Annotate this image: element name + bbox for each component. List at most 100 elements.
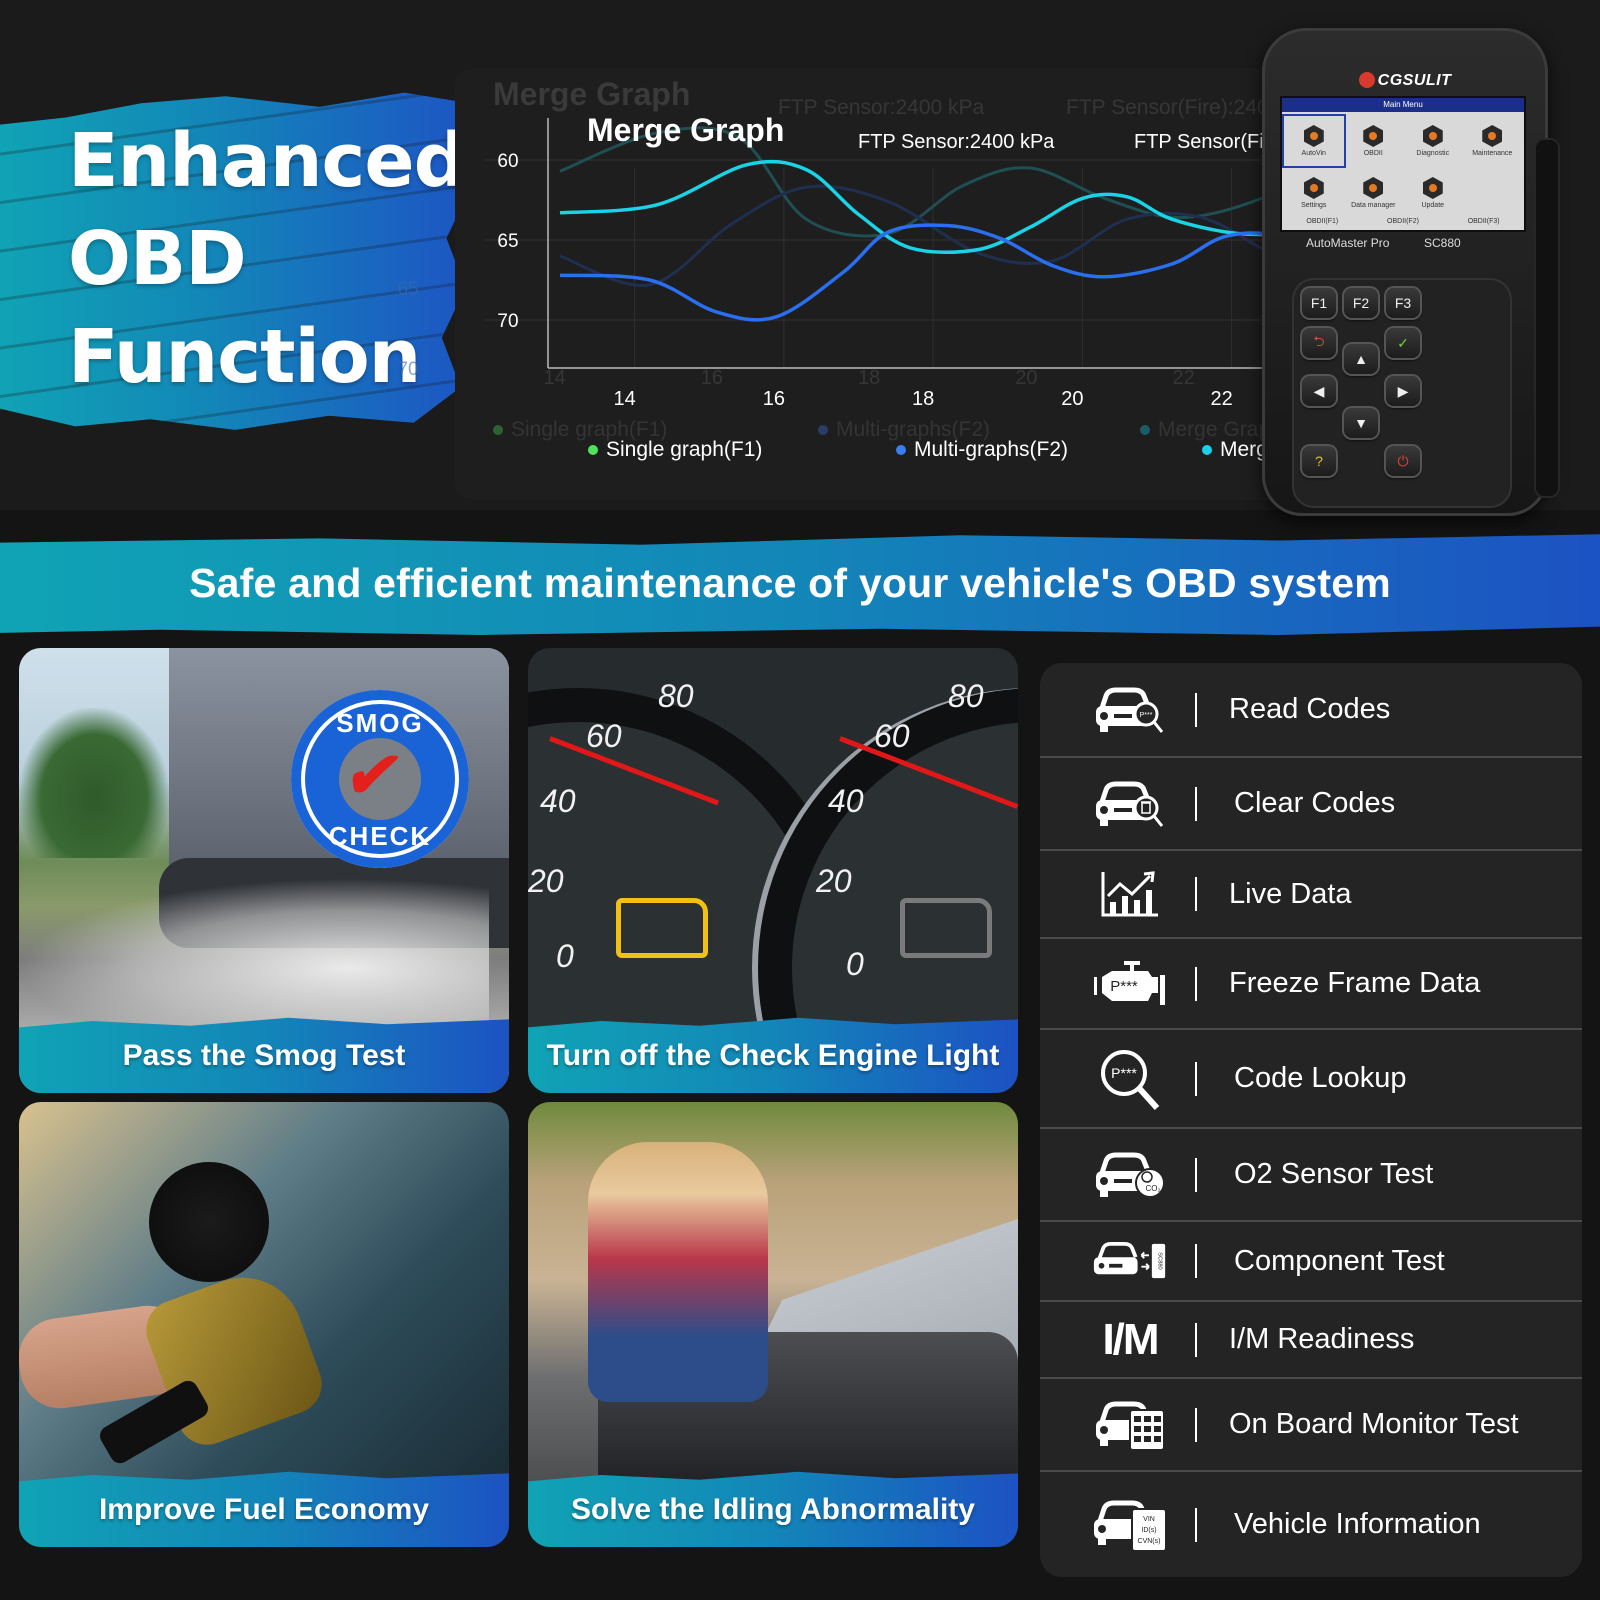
brand-logo-icon bbox=[1358, 72, 1375, 88]
screen-header: Main Menu bbox=[1282, 98, 1524, 112]
screen-app-autovin[interactable]: AutoVin bbox=[1282, 114, 1346, 168]
feature-separator bbox=[1195, 786, 1197, 821]
y-tick-label-ghost: 65 bbox=[397, 279, 418, 300]
gauge-number: 40 bbox=[828, 783, 864, 819]
x-tick-label: 22 bbox=[1210, 388, 1232, 410]
key-f3[interactable]: F3 bbox=[1386, 288, 1420, 318]
screen-fkey-3: OBDII(F3) bbox=[1467, 218, 1500, 225]
key-f1[interactable]: F1 bbox=[1302, 288, 1336, 318]
feature-label: Clear Codes bbox=[1234, 787, 1396, 819]
settings-icon bbox=[1303, 177, 1324, 199]
svg-text:ID(s): ID(s) bbox=[1141, 1527, 1156, 1534]
tile-fuel-economy: Improve Fuel Economy bbox=[19, 1102, 509, 1547]
screen-app-settings[interactable]: Settings bbox=[1284, 168, 1344, 218]
car-trash-search-icon bbox=[1092, 777, 1168, 831]
screen-app-diagnostic[interactable]: Diagnostic bbox=[1403, 116, 1463, 166]
legend-dot-green-icon bbox=[588, 445, 598, 455]
chart-title: Merge Graph bbox=[587, 112, 785, 148]
feature-im-readiness: I/M I/M Readiness bbox=[1040, 1300, 1582, 1377]
badge-text-top: SMOG bbox=[336, 708, 424, 738]
car-grid-icon bbox=[1092, 1398, 1168, 1452]
key-up[interactable]: ▲ bbox=[1344, 344, 1378, 374]
update-icon bbox=[1422, 177, 1443, 199]
badge-text-bottom: CHECK bbox=[328, 821, 432, 851]
maintenance-icon bbox=[1482, 125, 1503, 147]
device-keypad: F1 F2 F3 ⮌ ✓ ▲ ◀ ▶ ▼ ? ⏻ bbox=[1292, 278, 1512, 508]
x-tick-label-ghost: 22 bbox=[1172, 367, 1194, 389]
legend-item-multi-graphs: Multi-graphs(F2) bbox=[896, 438, 1068, 462]
feature-separator bbox=[1195, 877, 1197, 911]
app-label: Diagnostic bbox=[1416, 150, 1450, 157]
legend-label: Single graph(F1) bbox=[606, 438, 763, 461]
screen-fkey-2: OBDII(F2) bbox=[1387, 218, 1419, 225]
svg-text:VIN: VIN bbox=[1143, 1516, 1155, 1523]
feature-label: I/M Readiness bbox=[1229, 1323, 1415, 1355]
svg-text:CO₂: CO₂ bbox=[1145, 1184, 1160, 1193]
device-side-grip bbox=[1534, 138, 1560, 498]
legend-dot-cyan-icon bbox=[1202, 445, 1212, 455]
hero-section: Enhanced OBD Function Merge Graph FTP Se… bbox=[0, 0, 1600, 516]
smog-check-badge-icon: ✔ SMOG CHECK bbox=[291, 690, 469, 868]
feature-label: Vehicle Information bbox=[1234, 1508, 1481, 1540]
feature-on-board-monitor-test: On Board Monitor Test bbox=[1040, 1377, 1582, 1470]
key-f2[interactable]: F2 bbox=[1344, 288, 1378, 318]
feature-label: Freeze Frame Data bbox=[1229, 967, 1481, 999]
hero-title-line-3: Function bbox=[68, 314, 421, 400]
legend-item-single-graph: Single graph(F1) bbox=[588, 438, 762, 462]
screen-app-update[interactable]: Update bbox=[1403, 168, 1463, 218]
check-engine-light-on-icon bbox=[616, 898, 708, 958]
screen-app-data-manager[interactable]: Data manager bbox=[1344, 168, 1404, 218]
legend-dot-blue-icon bbox=[896, 445, 906, 455]
x-tick-label: 18 bbox=[912, 388, 934, 410]
tile-caption: Improve Fuel Economy bbox=[98, 1493, 430, 1526]
key-ok[interactable]: ✓ bbox=[1386, 328, 1420, 358]
feature-read-codes: P*** Read Codes bbox=[1040, 663, 1582, 756]
x-tick-label: 16 bbox=[763, 388, 785, 410]
gauge-number: 0 bbox=[846, 946, 864, 982]
tile-caption: Solve the Idling Abnormality bbox=[571, 1493, 975, 1526]
car-co2-icon: CO₂ bbox=[1092, 1148, 1168, 1202]
key-back[interactable]: ⮌ bbox=[1302, 328, 1336, 358]
screen-app-obdii[interactable]: OBDII bbox=[1344, 116, 1404, 166]
screen-app-maintenance[interactable]: Maintenance bbox=[1463, 116, 1523, 166]
screen-app-grid: AutoVin OBDII Diagnostic Maintenance Set… bbox=[1282, 112, 1524, 218]
app-label: Settings bbox=[1301, 202, 1327, 209]
screen-fkey-1: OBDII(F1) bbox=[1306, 218, 1339, 225]
tile-smog-test: ✔ SMOG CHECK Pass the Smog Test bbox=[19, 648, 509, 1093]
diagnostic-icon bbox=[1422, 125, 1443, 147]
y-tick-label: 70 bbox=[497, 311, 518, 332]
feature-list: P*** Read Codes Clear Codes Live Data P*… bbox=[1040, 663, 1582, 1577]
y-tick-label: 60 bbox=[497, 151, 518, 172]
x-tick-label: 14 bbox=[613, 388, 635, 410]
tile-caption: Pass the Smog Test bbox=[122, 1039, 406, 1072]
feature-separator bbox=[1195, 966, 1197, 1001]
x-tick-label-ghost: 16 bbox=[701, 367, 723, 389]
screen-function-keys: OBDII(F1) OBDII(F2) OBDII(F3) bbox=[1282, 218, 1524, 225]
feature-o2-sensor-test: CO₂ O2 Sensor Test bbox=[1040, 1127, 1582, 1220]
feature-label: O2 Sensor Test bbox=[1234, 1158, 1434, 1190]
key-power[interactable]: ⏻ bbox=[1386, 446, 1420, 476]
obdii-icon bbox=[1363, 125, 1384, 147]
car-device-exchange-icon: SC880 bbox=[1092, 1234, 1168, 1288]
woman-on-phone-image bbox=[588, 1142, 768, 1402]
device-brand: CGSULIT bbox=[1262, 72, 1548, 90]
svg-text:SC880: SC880 bbox=[1157, 1252, 1163, 1269]
key-right[interactable]: ▶ bbox=[1386, 376, 1420, 406]
legend-dot-icon bbox=[818, 425, 828, 435]
gauge-number: 60 bbox=[586, 718, 622, 754]
car-search-code-icon: P*** bbox=[1092, 683, 1168, 737]
magnifier-code-icon: P*** bbox=[1092, 1049, 1168, 1110]
autovin-icon bbox=[1303, 125, 1324, 147]
key-down[interactable]: ▼ bbox=[1344, 408, 1378, 438]
feature-freeze-frame-data: P*** Freeze Frame Data bbox=[1040, 937, 1582, 1028]
app-label: Update bbox=[1421, 202, 1445, 209]
feature-separator bbox=[1195, 1407, 1197, 1442]
key-help[interactable]: ? bbox=[1302, 446, 1336, 476]
legend-dot-icon bbox=[493, 425, 503, 435]
tile-caption: Turn off the Check Engine Light bbox=[546, 1039, 1000, 1072]
gauge-number: 40 bbox=[540, 783, 576, 819]
x-tick-label: 20 bbox=[1061, 388, 1083, 410]
feature-live-data: Live Data bbox=[1040, 849, 1582, 937]
app-label: Data manager bbox=[1351, 202, 1396, 209]
key-left[interactable]: ◀ bbox=[1302, 376, 1336, 406]
